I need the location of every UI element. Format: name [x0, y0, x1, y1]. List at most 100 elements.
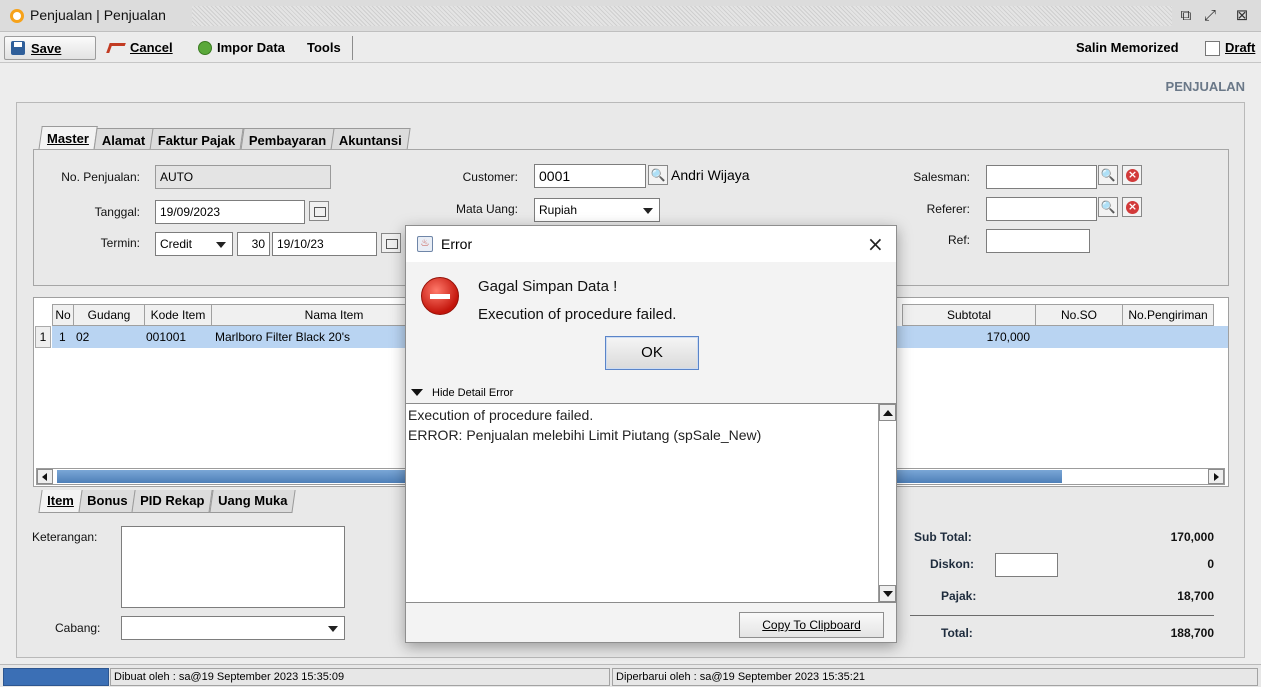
- customer-code-field[interactable]: 0001: [534, 164, 646, 188]
- search-icon[interactable]: 🔍: [1098, 165, 1118, 185]
- termin-type-select[interactable]: Credit: [155, 232, 233, 256]
- restore-icon[interactable]: ⧉: [1176, 5, 1196, 25]
- column-header[interactable]: Kode Item: [144, 304, 212, 326]
- tanggal-field[interactable]: 19/09/2023: [155, 200, 305, 224]
- close-window-icon[interactable]: ⊠: [1232, 5, 1252, 25]
- cabang-select[interactable]: [121, 616, 345, 640]
- cancel-button[interactable]: Cancel: [106, 40, 173, 55]
- tools-menu[interactable]: Tools: [307, 40, 341, 55]
- pajak-label: Pajak:: [941, 589, 977, 603]
- chevron-down-icon: [643, 208, 653, 214]
- column-header[interactable]: No.SO: [1035, 304, 1123, 326]
- status-bar: Dibuat oleh : sa@19 September 2023 15:35…: [0, 664, 1261, 687]
- salin-memorized-button[interactable]: Salin Memorized: [1076, 40, 1179, 55]
- tab-akuntansi[interactable]: Akuntansi: [330, 128, 411, 151]
- tab-alamat[interactable]: Alamat: [93, 128, 154, 151]
- error-message-detail: Execution of procedure failed.: [478, 306, 677, 323]
- sub-total-label: Sub Total:: [914, 530, 972, 544]
- import-icon: [198, 40, 212, 55]
- total-value: 188,700: [1170, 626, 1214, 640]
- detail-line: ERROR: Penjualan melebihi Limit Piutang …: [408, 427, 762, 443]
- detail-line: Execution of procedure failed.: [408, 407, 594, 423]
- maximize-icon[interactable]: ⤢: [1200, 5, 1220, 25]
- table-cell: 170,000: [986, 330, 1030, 344]
- termin-date-field[interactable]: 19/10/23: [272, 232, 377, 256]
- hide-detail-toggle[interactable]: Hide Detail Error: [432, 387, 513, 399]
- error-message: Gagal Simpan Data !: [478, 278, 618, 295]
- scroll-right-icon[interactable]: [1208, 469, 1224, 484]
- vertical-scrollbar[interactable]: [878, 404, 896, 602]
- sub-total-value: 170,000: [1170, 530, 1214, 544]
- error-icon: [421, 277, 459, 315]
- clear-icon[interactable]: [1122, 197, 1142, 217]
- ok-button[interactable]: OK: [605, 336, 699, 370]
- chevron-down-icon: [328, 626, 338, 632]
- master-tabs: Master Alamat Faktur Pajak Pembayaran Ak…: [38, 126, 411, 151]
- salesman-label: Salesman:: [913, 170, 970, 184]
- tab-uang-muka[interactable]: Uang Muka: [208, 490, 296, 513]
- tab-bonus[interactable]: Bonus: [78, 490, 136, 513]
- column-header[interactable]: No: [52, 304, 74, 326]
- toolbar: Save Cancel Impor Data Tools Salin Memor…: [0, 33, 1261, 63]
- column-header[interactable]: Gudang: [73, 304, 145, 326]
- draft-checkbox[interactable]: [1205, 41, 1220, 56]
- referer-label: Referer:: [926, 202, 970, 216]
- tab-pid-rekap[interactable]: PID Rekap: [131, 490, 214, 513]
- error-dialog: ♨ Error × Gagal Simpan Data ! Execution …: [405, 225, 897, 643]
- chevron-down-icon: [216, 242, 226, 248]
- table-cell: 02: [76, 330, 90, 344]
- title-bar-grip[interactable]: [192, 6, 1172, 26]
- termin-days-field[interactable]: 30: [237, 232, 270, 256]
- pajak-value: 18,700: [1177, 589, 1214, 603]
- copy-to-clipboard-button[interactable]: Copy To Clipboard: [739, 612, 884, 638]
- collapse-arrow-icon[interactable]: [411, 389, 423, 396]
- table-cell: 001001: [146, 330, 187, 344]
- mata-uang-select[interactable]: Rupiah: [534, 198, 660, 222]
- error-detail-textarea[interactable]: Execution of procedure failed. ERROR: Pe…: [406, 403, 896, 603]
- tab-item[interactable]: Item: [38, 490, 83, 513]
- scroll-left-icon[interactable]: [37, 469, 53, 484]
- cabang-label: Cabang:: [55, 621, 101, 635]
- diskon-value: 0: [1207, 557, 1214, 571]
- keterangan-label: Keterangan:: [32, 530, 98, 544]
- tab-pembayaran[interactable]: Pembayaran: [239, 128, 335, 151]
- diskon-field[interactable]: [995, 553, 1058, 577]
- referer-field[interactable]: [986, 197, 1097, 221]
- toolbar-separator: [352, 36, 353, 60]
- page-heading: PENJUALAN: [1165, 79, 1245, 94]
- salesman-field[interactable]: [986, 165, 1097, 189]
- diskon-label: Diskon:: [930, 557, 975, 571]
- row-number: 1: [35, 326, 51, 348]
- close-icon[interactable]: ×: [867, 232, 884, 256]
- undo-icon: [106, 42, 126, 53]
- save-icon: [11, 41, 25, 55]
- column-header[interactable]: No.Pengiriman: [1122, 304, 1214, 326]
- customer-name: Andri Wijaya: [671, 167, 750, 183]
- clear-icon[interactable]: [1122, 165, 1142, 185]
- app-icon: [10, 9, 24, 23]
- search-icon[interactable]: 🔍: [1098, 197, 1118, 217]
- keterangan-textarea[interactable]: [121, 526, 345, 608]
- calendar-icon[interactable]: [309, 201, 329, 221]
- total-label: Total:: [941, 626, 973, 640]
- scroll-up-icon[interactable]: [879, 404, 896, 421]
- scroll-down-icon[interactable]: [879, 585, 896, 602]
- created-by: Dibuat oleh : sa@19 September 2023 15:35…: [110, 668, 610, 686]
- no-penjualan-field: AUTO: [155, 165, 331, 189]
- status-progress: [3, 668, 109, 686]
- search-icon[interactable]: 🔍: [648, 165, 668, 185]
- item-tabs: Item Bonus PID Rekap Uang Muka: [38, 490, 296, 513]
- tab-faktur-pajak[interactable]: Faktur Pajak: [149, 128, 245, 151]
- impor-data-button[interactable]: Impor Data: [198, 40, 285, 55]
- ref-field[interactable]: [986, 229, 1090, 253]
- window-title: Penjualan | Penjualan: [30, 7, 166, 23]
- termin-label: Termin:: [100, 236, 140, 250]
- summary-divider: [910, 615, 1214, 616]
- save-button[interactable]: Save: [4, 36, 96, 60]
- dialog-title-bar: ♨ Error ×: [406, 226, 896, 262]
- tab-master[interactable]: Master: [38, 126, 98, 151]
- tanggal-label: Tanggal:: [94, 205, 140, 219]
- column-header[interactable]: Subtotal: [902, 304, 1036, 326]
- calendar-icon[interactable]: [381, 233, 401, 253]
- mata-uang-label: Mata Uang:: [455, 202, 518, 216]
